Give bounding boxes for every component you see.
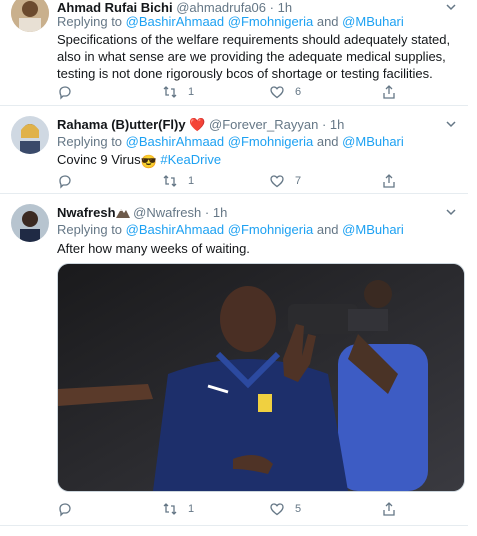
timestamp[interactable]: 1h	[278, 0, 292, 15]
mention-link[interactable]: @BashirAhmaad	[126, 222, 224, 237]
replying-prefix: Replying to	[57, 14, 123, 29]
separator-dot: ·	[204, 205, 210, 220]
mention-link[interactable]: @Fmohnigeria	[228, 222, 313, 237]
heart-icon	[270, 86, 284, 99]
retweet-icon	[163, 86, 177, 98]
reply-button[interactable]	[57, 84, 73, 100]
replying-prefix: Replying to	[57, 134, 123, 149]
and-text: and	[316, 134, 339, 149]
like-button[interactable]: 7	[269, 173, 301, 189]
user-name[interactable]: Rahama (B)utter(Fl)y	[57, 117, 186, 132]
share-icon	[383, 174, 395, 188]
tweet-text: Covinc 9 Virus😎 #KeaDrive	[57, 151, 455, 170]
share-button[interactable]	[381, 173, 397, 189]
replying-to: Replying to @BashirAhmaad @Fmohnigeria a…	[57, 134, 404, 149]
timestamp[interactable]: 1h	[213, 205, 227, 220]
share-button[interactable]	[381, 501, 397, 517]
share-icon	[383, 502, 395, 516]
tweet-header: Nwafresh @Nwafresh · 1h	[57, 205, 227, 220]
mention-link[interactable]: @BashirAhmaad	[126, 14, 224, 29]
mention-link[interactable]: @MBuhari	[342, 134, 404, 149]
retweet-button[interactable]: 1	[162, 173, 194, 189]
avatar[interactable]	[11, 204, 49, 242]
mention-link[interactable]: @BashirAhmaad	[126, 134, 224, 149]
mention-link[interactable]: @Fmohnigeria	[228, 14, 313, 29]
mountain-emoji-icon	[115, 209, 130, 218]
user-name[interactable]: Ahmad Rufai Bichi	[57, 0, 173, 15]
like-count: 6	[295, 86, 302, 98]
tweet[interactable]: Ahmad Rufai Bichi @ahmadrufa06 · 1h Repl…	[0, 0, 468, 106]
chevron-down-icon[interactable]	[444, 0, 458, 14]
chevron-down-icon[interactable]	[444, 117, 458, 131]
tweet-photo[interactable]	[57, 263, 465, 492]
and-text: and	[316, 222, 339, 237]
reply-icon	[59, 86, 71, 100]
and-text: and	[316, 14, 339, 29]
reply-button[interactable]	[57, 173, 73, 189]
heart-icon	[270, 175, 284, 188]
retweet-button[interactable]: 1	[162, 501, 194, 517]
chevron-down-icon[interactable]	[444, 205, 458, 219]
retweet-count: 1	[188, 175, 195, 187]
retweet-button[interactable]: 1	[162, 84, 194, 100]
mention-link[interactable]: @MBuhari	[342, 222, 404, 237]
heart-icon	[270, 503, 284, 516]
tweet-text: After how many weeks of waiting.	[57, 241, 250, 256]
tweet-actions: 1 5	[57, 501, 417, 519]
tweet-actions: 1 6	[57, 84, 417, 102]
reply-button[interactable]	[57, 501, 73, 517]
share-icon	[383, 85, 395, 99]
retweet-count: 1	[188, 503, 195, 515]
retweet-count: 1	[188, 86, 195, 98]
tweet-text-content: Covinc 9 Virus	[57, 152, 141, 167]
avatar[interactable]	[11, 0, 49, 32]
separator-dot: ·	[269, 0, 274, 15]
replying-to: Replying to @BashirAhmaad @Fmohnigeria a…	[57, 222, 404, 237]
user-handle[interactable]: @Nwafresh	[133, 205, 201, 220]
user-handle[interactable]: @ahmadrufa06	[176, 0, 266, 15]
tweet-header: Rahama (B)utter(Fl)y ❤️ @Forever_Rayyan …	[57, 117, 344, 133]
reply-icon	[59, 503, 71, 517]
mention-link[interactable]: @Fmohnigeria	[228, 134, 313, 149]
like-count: 5	[295, 503, 302, 515]
tweet[interactable]: Rahama (B)utter(Fl)y ❤️ @Forever_Rayyan …	[0, 106, 468, 194]
like-button[interactable]: 6	[269, 84, 301, 100]
hashtag-link[interactable]: #KeaDrive	[160, 152, 221, 167]
reply-icon	[59, 175, 71, 189]
retweet-icon	[163, 175, 177, 187]
user-name[interactable]: Nwafresh	[57, 205, 116, 220]
sunglasses-emoji-icon: 😎	[140, 154, 157, 169]
separator-dot: ·	[321, 117, 327, 132]
tweet-actions: 1 7	[57, 173, 417, 191]
share-button[interactable]	[381, 84, 397, 100]
timestamp[interactable]: 1h	[330, 117, 344, 132]
like-button[interactable]: 5	[269, 501, 301, 517]
tweet[interactable]: Nwafresh @Nwafresh · 1h Replying to @Bas…	[0, 194, 468, 526]
like-count: 7	[295, 175, 302, 187]
heart-emoji-icon: ❤️	[189, 117, 206, 132]
mention-link[interactable]: @MBuhari	[342, 14, 404, 29]
replying-to: Replying to @BashirAhmaad @Fmohnigeria a…	[57, 14, 404, 29]
avatar[interactable]	[11, 116, 49, 154]
tweet-header: Ahmad Rufai Bichi @ahmadrufa06 · 1h	[57, 0, 292, 15]
user-handle[interactable]: @Forever_Rayyan	[209, 117, 318, 132]
retweet-icon	[163, 503, 177, 515]
tweet-text: Specifications of the welfare requiremen…	[57, 32, 451, 81]
replying-prefix: Replying to	[57, 222, 123, 237]
